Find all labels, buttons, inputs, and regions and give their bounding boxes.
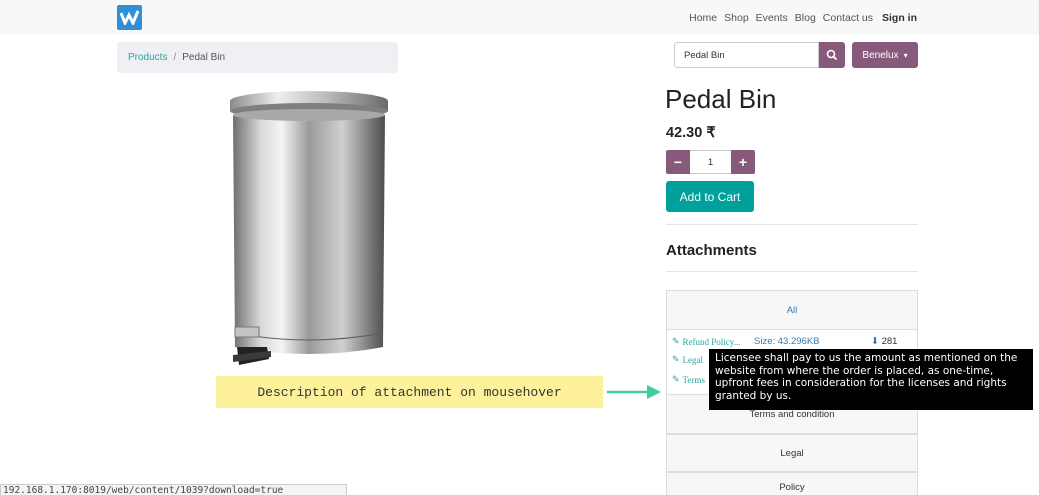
- chevron-down-icon: ▾: [903, 50, 908, 60]
- nav-events[interactable]: Events: [756, 12, 788, 24]
- paperclip-icon: ✎: [672, 374, 680, 384]
- attachment-link-terms[interactable]: ✎ Terms: [672, 374, 705, 385]
- attachment-group-policy[interactable]: Policy: [666, 472, 918, 495]
- paperclip-icon: ✎: [672, 354, 680, 364]
- pricelist-dropdown[interactable]: Benelux ▾: [852, 42, 918, 68]
- top-navbar: Home Shop Events Blog Contact us Sign in: [0, 0, 1039, 35]
- attachment-group-all[interactable]: All: [666, 290, 918, 330]
- download-count-value: 281: [881, 336, 898, 347]
- product-price: 42.30 ₹: [666, 125, 716, 141]
- pricelist-label: Benelux: [862, 49, 899, 61]
- quantity-increase-button[interactable]: +: [731, 150, 755, 174]
- attachment-group-legal[interactable]: Legal: [666, 434, 918, 472]
- attachment-size: Size: 43.296KB: [754, 336, 820, 347]
- attachments-heading: Attachments: [666, 242, 757, 259]
- annotation-arrow-icon: [607, 385, 661, 399]
- product-image: [230, 91, 388, 365]
- nav-contact-us[interactable]: Contact us: [823, 12, 873, 24]
- product-title: Pedal Bin: [665, 84, 777, 114]
- search-button[interactable]: [819, 42, 845, 68]
- attachment-name: Refund Policy...: [682, 336, 741, 347]
- search-icon: [826, 49, 838, 61]
- divider: [666, 271, 918, 272]
- attachment-description-tooltip: Licensee shall pay to us the amount as m…: [709, 349, 1033, 410]
- quantity-decrease-button[interactable]: −: [666, 150, 690, 174]
- sign-in-link[interactable]: Sign in: [882, 12, 917, 24]
- logo[interactable]: [117, 5, 142, 30]
- download-icon: ⬇: [871, 336, 879, 347]
- nav-home[interactable]: Home: [689, 12, 717, 24]
- divider: [666, 224, 918, 225]
- quantity-input[interactable]: 1: [690, 150, 731, 174]
- add-to-cart-button[interactable]: Add to Cart: [666, 181, 754, 212]
- main-menu: Home Shop Events Blog Contact us Sign in: [682, 0, 917, 35]
- download-count[interactable]: ⬇ 281: [871, 336, 897, 347]
- attachment-link-legal[interactable]: ✎ Legal: [672, 354, 703, 365]
- paperclip-icon: ✎: [672, 336, 680, 346]
- breadcrumb-products-link[interactable]: Products: [128, 52, 167, 63]
- minus-icon: −: [673, 154, 683, 170]
- logo-icon: [120, 10, 139, 25]
- search-input[interactable]: Pedal Bin: [674, 42, 819, 68]
- browser-status-url: 192.168.1.170:8019/web/content/1039?down…: [0, 484, 347, 495]
- attachment-link-refund-policy[interactable]: ✎ Refund Policy...: [672, 336, 740, 347]
- breadcrumb-current: Pedal Bin: [182, 52, 226, 63]
- nav-shop[interactable]: Shop: [724, 12, 749, 24]
- annotation-callout: Description of attachment on mousehover: [216, 376, 603, 408]
- attachment-name: Legal: [682, 354, 704, 365]
- breadcrumb: Products / Pedal Bin: [117, 42, 398, 73]
- plus-icon: +: [738, 154, 748, 170]
- breadcrumb-separator: /: [173, 52, 177, 63]
- attachment-name: Terms: [682, 374, 705, 385]
- nav-blog[interactable]: Blog: [795, 12, 816, 24]
